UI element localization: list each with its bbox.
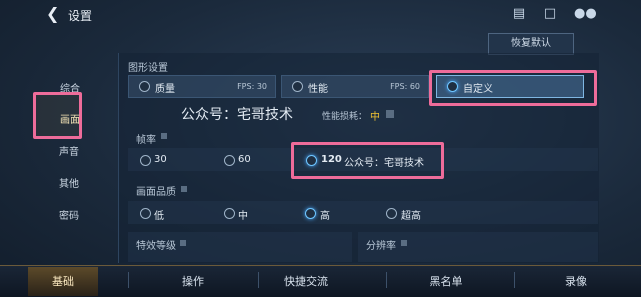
effects-label: 特效等级 <box>136 241 176 252</box>
perf-cost-value: 中 <box>370 112 380 123</box>
preset-quality-fps: FPS: 30 <box>237 82 267 91</box>
radio-custom <box>447 81 458 92</box>
watermark-text: 公众号：宅哥技术 <box>181 107 293 123</box>
tab-operation[interactable]: 操作 <box>153 273 233 289</box>
clipboard-icon[interactable]: ▤ <box>511 6 527 22</box>
fps-30-label: 30 <box>154 154 167 165</box>
preset-performance-fps: FPS: 60 <box>390 82 420 91</box>
info-icon[interactable] <box>161 133 167 139</box>
radio-quality-low[interactable] <box>140 208 151 219</box>
side-item-other[interactable]: 其他 <box>39 175 99 190</box>
friends-icon[interactable]: ●● <box>574 6 597 22</box>
quality-row <box>128 201 598 224</box>
back-button[interactable]: ❮ <box>46 5 66 23</box>
preset-custom[interactable]: 自定义 <box>436 75 584 98</box>
radio-performance <box>292 81 303 92</box>
tab-basic[interactable]: 基础 <box>23 273 103 289</box>
quality-label: 画面品质 <box>136 187 176 198</box>
radio-quality <box>139 81 150 92</box>
preset-quality[interactable]: 质量 FPS: 30 <box>128 75 276 98</box>
tab-blacklist[interactable]: 黑名单 <box>406 273 486 289</box>
restore-default-button[interactable]: 恢复默认 <box>488 33 574 55</box>
info-icon[interactable] <box>401 240 407 246</box>
quality-low-label: 低 <box>154 211 164 222</box>
preset-performance-label: 性能 <box>308 84 328 95</box>
perf-cost-label: 性能损耗： <box>322 112 368 122</box>
chat-icon[interactable]: □ <box>542 6 558 22</box>
fps-120-watermark: 公众号：宅哥技术 <box>344 158 424 169</box>
tab-replay[interactable]: 录像 <box>536 273 616 289</box>
chevron-left-icon: ❮ <box>46 4 60 23</box>
side-item-graphics[interactable]: 画面 <box>40 111 100 126</box>
tab-quick-chat[interactable]: 快捷交流 <box>266 273 346 289</box>
quality-high-label: 高 <box>320 211 330 222</box>
divider <box>386 272 387 288</box>
radio-quality-high[interactable] <box>305 208 316 219</box>
page-title: 设置 <box>68 9 93 23</box>
frame-rate-label: 帧率 <box>136 135 156 146</box>
resolution-label: 分辨率 <box>366 241 396 252</box>
graphics-section-label: 图形设置 <box>128 63 168 74</box>
divider <box>258 272 259 288</box>
radio-fps-30[interactable] <box>140 155 151 166</box>
side-item-sound[interactable]: 声音 <box>39 143 99 158</box>
preset-performance[interactable]: 性能 FPS: 60 <box>281 75 429 98</box>
preset-quality-label: 质量 <box>155 84 175 95</box>
radio-fps-60[interactable] <box>224 155 235 166</box>
radio-fps-120[interactable] <box>306 155 317 166</box>
info-icon[interactable] <box>181 186 187 192</box>
radio-quality-ultra[interactable] <box>386 208 397 219</box>
radio-quality-mid[interactable] <box>224 208 235 219</box>
divider <box>514 272 515 288</box>
quality-mid-label: 中 <box>238 211 248 222</box>
info-icon[interactable] <box>180 240 186 246</box>
fps-120-label: 120 <box>321 154 342 165</box>
side-item-password[interactable]: 密码 <box>39 207 99 222</box>
divider <box>128 272 129 288</box>
preset-custom-label: 自定义 <box>463 84 493 95</box>
quality-ultra-label: 超高 <box>401 211 421 222</box>
info-icon[interactable] <box>386 110 394 118</box>
fps-60-label: 60 <box>238 154 251 165</box>
